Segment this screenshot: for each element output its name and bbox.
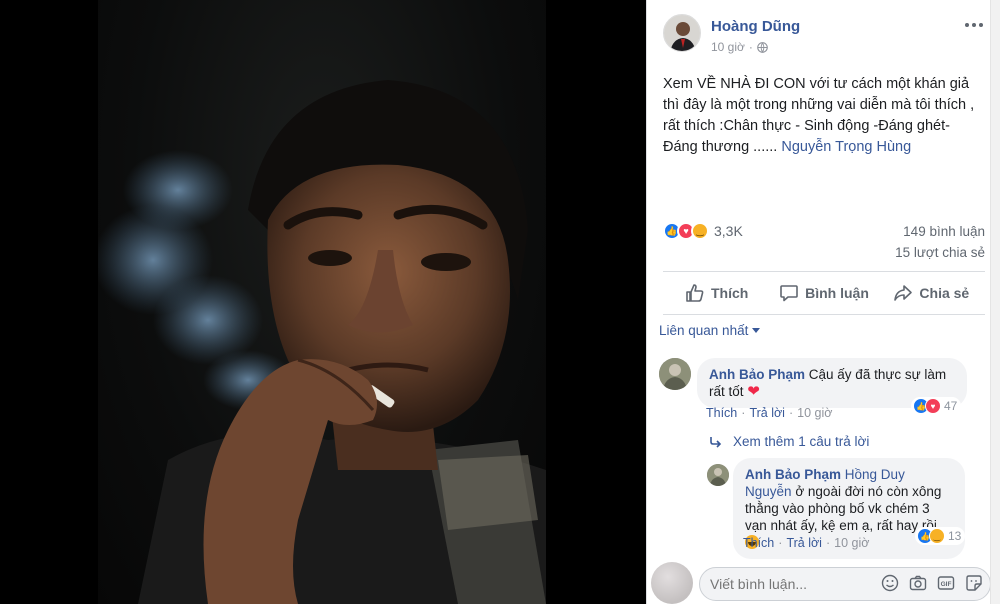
post-mention-link[interactable]: Nguyễn Trọng Hùng — [781, 139, 911, 155]
reply-reaction-count: 13 — [948, 529, 962, 543]
reply-reactions[interactable]: 👍 ‿ 13 — [915, 527, 966, 545]
post-photo[interactable] — [98, 0, 546, 604]
gif-icon[interactable]: GIF — [937, 574, 955, 592]
comment-button[interactable]: Bình luận — [770, 272, 877, 314]
author-name[interactable]: Hoàng Dũng — [711, 18, 800, 35]
sticker-icon[interactable] — [965, 574, 983, 592]
comment-icon — [780, 285, 798, 302]
sort-label: Liên quan nhất — [659, 323, 749, 338]
camera-icon[interactable] — [909, 574, 927, 592]
more-icon[interactable] — [963, 16, 985, 34]
photo-viewer — [0, 0, 646, 604]
current-user-avatar[interactable] — [651, 562, 693, 604]
commenter-avatar[interactable] — [659, 358, 691, 390]
share-label: Chia sẻ — [919, 285, 970, 301]
globe-icon[interactable] — [757, 41, 768, 53]
reply-arrow-icon — [710, 436, 722, 448]
view-more-replies[interactable]: Xem thêm 1 câu trả lời — [709, 434, 869, 449]
separator: · — [741, 406, 746, 420]
reply-actions: Thích · Trả lời · 10 giờ — [743, 536, 869, 550]
separator: · — [825, 536, 831, 550]
haha-reaction-icon: ‿ — [929, 528, 945, 544]
post-panel: Hoàng Dũng 10 giờ · Xem VỀ NHÀ ĐI CON vớ… — [646, 0, 1000, 604]
reply-reply-link[interactable]: Trả lời — [786, 536, 822, 550]
svg-text:GIF: GIF — [941, 581, 952, 588]
comment-reply-link[interactable]: Trả lời — [749, 406, 785, 420]
composer-tools: GIF — [881, 574, 983, 592]
comment-label: Bình luận — [805, 285, 869, 301]
post-meta: 10 giờ · — [711, 40, 768, 54]
separator: · — [788, 406, 794, 420]
comment-time[interactable]: 10 giờ — [797, 406, 832, 420]
post-header: Hoàng Dũng 10 giờ · — [663, 14, 985, 58]
post-text: Xem VỀ NHÀ ĐI CON với tư cách một khán g… — [663, 74, 985, 158]
post-time[interactable]: 10 giờ — [711, 40, 745, 54]
haha-reaction-icon: ‿ — [691, 222, 709, 240]
author-avatar[interactable] — [663, 14, 701, 52]
heart-emoji-icon: ❤ — [747, 383, 760, 400]
comment-item: Anh Bảo Phạm Cậu ấy đã thực sự làm rất t… — [659, 358, 985, 430]
like-label: Thích — [710, 285, 749, 301]
love-reaction-icon: ♥ — [925, 398, 941, 414]
reply-item: Anh Bảo Phạm Hồng Duy Nguyễn ở ngoài đời… — [707, 458, 985, 559]
reactions-summary: 👍 ♥ ‿ 3,3K 149 bình luận 15 lượt chia sẻ — [663, 220, 985, 264]
share-button[interactable]: Chia sẻ — [878, 272, 985, 314]
reaction-count[interactable]: 3,3K — [714, 223, 743, 239]
share-icon — [894, 285, 913, 301]
comment-like-link[interactable]: Thích — [706, 406, 737, 420]
post-action-bar: Thích Bình luận Chia sẻ — [663, 271, 985, 315]
photo-illustration — [98, 80, 546, 604]
like-button[interactable]: Thích — [663, 272, 770, 314]
like-icon — [686, 284, 704, 302]
view-replies-label: Xem thêm 1 câu trả lời — [733, 434, 870, 449]
reply-avatar[interactable] — [707, 464, 729, 486]
comment-author[interactable]: Anh Bảo Phạm — [709, 367, 805, 382]
comment-reaction-count: 47 — [944, 399, 958, 413]
caret-down-icon — [752, 328, 761, 333]
comment-count[interactable]: 149 bình luận — [903, 224, 985, 239]
comment-actions: Thích · Trả lời · 10 giờ — [706, 406, 832, 420]
reaction-icons[interactable]: 👍 ♥ ‿ — [663, 222, 709, 240]
share-count[interactable]: 15 lượt chia sẻ — [895, 245, 985, 260]
panel-scrollbar[interactable] — [990, 0, 1000, 604]
emoji-icon[interactable] — [881, 574, 899, 592]
comment-composer: GIF — [651, 562, 991, 604]
comment-reactions[interactable]: 👍 ♥ 47 — [911, 397, 962, 415]
reply-like-link[interactable]: Thích — [743, 536, 774, 550]
meta-dot: · — [748, 40, 753, 54]
reply-time[interactable]: 10 giờ — [834, 536, 869, 550]
separator: · — [778, 536, 783, 550]
reply-author[interactable]: Anh Bảo Phạm — [745, 467, 841, 482]
comment-sort-dropdown[interactable]: Liên quan nhất — [659, 323, 761, 338]
